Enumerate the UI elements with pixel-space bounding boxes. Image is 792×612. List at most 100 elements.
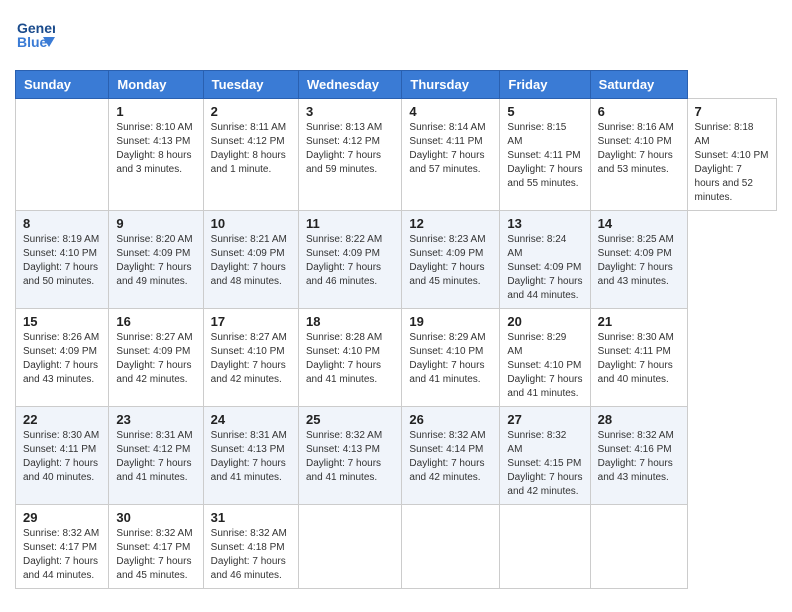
daylight-label: Daylight: 7 hours and 41 minutes.	[409, 360, 484, 385]
calendar-cell: 11 Sunrise: 8:22 AM Sunset: 4:09 PM Dayl…	[299, 211, 402, 309]
day-number: 4	[409, 104, 492, 119]
calendar-header-row: SundayMondayTuesdayWednesdayThursdayFrid…	[16, 71, 777, 99]
sunset-label: Sunset: 4:10 PM	[695, 150, 769, 161]
day-info: Sunrise: 8:14 AM Sunset: 4:11 PM Dayligh…	[409, 121, 492, 177]
day-info: Sunrise: 8:24 AM Sunset: 4:09 PM Dayligh…	[507, 233, 582, 303]
column-header-tuesday: Tuesday	[203, 71, 298, 99]
day-number: 2	[211, 104, 291, 119]
column-header-thursday: Thursday	[402, 71, 500, 99]
calendar-cell: 10 Sunrise: 8:21 AM Sunset: 4:09 PM Dayl…	[203, 211, 298, 309]
day-info: Sunrise: 8:20 AM Sunset: 4:09 PM Dayligh…	[116, 233, 195, 289]
day-info: Sunrise: 8:27 AM Sunset: 4:10 PM Dayligh…	[211, 331, 291, 387]
sunrise-label: Sunrise: 8:28 AM	[306, 332, 382, 343]
day-number: 15	[23, 314, 101, 329]
day-info: Sunrise: 8:26 AM Sunset: 4:09 PM Dayligh…	[23, 331, 101, 387]
sunrise-label: Sunrise: 8:27 AM	[116, 332, 192, 343]
day-info: Sunrise: 8:11 AM Sunset: 4:12 PM Dayligh…	[211, 121, 291, 177]
column-header-friday: Friday	[500, 71, 590, 99]
daylight-label: Daylight: 7 hours and 42 minutes.	[409, 458, 484, 483]
day-number: 27	[507, 412, 582, 427]
sunset-label: Sunset: 4:12 PM	[211, 136, 285, 147]
calendar-cell: 24 Sunrise: 8:31 AM Sunset: 4:13 PM Dayl…	[203, 407, 298, 505]
calendar-cell: 6 Sunrise: 8:16 AM Sunset: 4:10 PM Dayli…	[590, 99, 687, 211]
calendar-cell: 18 Sunrise: 8:28 AM Sunset: 4:10 PM Dayl…	[299, 309, 402, 407]
calendar-cell: 27 Sunrise: 8:32 AM Sunset: 4:15 PM Dayl…	[500, 407, 590, 505]
sunset-label: Sunset: 4:10 PM	[306, 346, 380, 357]
daylight-label: Daylight: 7 hours and 45 minutes.	[116, 556, 191, 581]
day-number: 24	[211, 412, 291, 427]
daylight-label: Daylight: 7 hours and 41 minutes.	[211, 458, 286, 483]
column-header-sunday: Sunday	[16, 71, 109, 99]
day-info: Sunrise: 8:27 AM Sunset: 4:09 PM Dayligh…	[116, 331, 195, 387]
sunrise-label: Sunrise: 8:18 AM	[695, 122, 754, 147]
calendar-cell: 22 Sunrise: 8:30 AM Sunset: 4:11 PM Dayl…	[16, 407, 109, 505]
sunset-label: Sunset: 4:10 PM	[23, 248, 97, 259]
day-number: 11	[306, 216, 394, 231]
sunset-label: Sunset: 4:18 PM	[211, 542, 285, 553]
day-info: Sunrise: 8:32 AM Sunset: 4:14 PM Dayligh…	[409, 429, 492, 485]
day-number: 26	[409, 412, 492, 427]
sunrise-label: Sunrise: 8:32 AM	[23, 528, 99, 539]
daylight-label: Daylight: 7 hours and 43 minutes.	[598, 458, 673, 483]
column-header-wednesday: Wednesday	[299, 71, 402, 99]
calendar-cell: 19 Sunrise: 8:29 AM Sunset: 4:10 PM Dayl…	[402, 309, 500, 407]
sunset-label: Sunset: 4:10 PM	[409, 346, 483, 357]
calendar-body: 1 Sunrise: 8:10 AM Sunset: 4:13 PM Dayli…	[16, 99, 777, 589]
daylight-label: Daylight: 7 hours and 46 minutes.	[306, 262, 381, 287]
day-number: 28	[598, 412, 680, 427]
day-number: 6	[598, 104, 680, 119]
calendar-cell: 29 Sunrise: 8:32 AM Sunset: 4:17 PM Dayl…	[16, 505, 109, 589]
day-number: 5	[507, 104, 582, 119]
day-info: Sunrise: 8:10 AM Sunset: 4:13 PM Dayligh…	[116, 121, 195, 177]
daylight-label: Daylight: 7 hours and 52 minutes.	[695, 164, 753, 203]
sunset-label: Sunset: 4:09 PM	[23, 346, 97, 357]
sunset-label: Sunset: 4:10 PM	[507, 360, 581, 371]
day-number: 12	[409, 216, 492, 231]
day-number: 19	[409, 314, 492, 329]
daylight-label: Daylight: 7 hours and 59 minutes.	[306, 150, 381, 175]
sunrise-label: Sunrise: 8:27 AM	[211, 332, 287, 343]
calendar-week-4: 22 Sunrise: 8:30 AM Sunset: 4:11 PM Dayl…	[16, 407, 777, 505]
calendar-cell: 20 Sunrise: 8:29 AM Sunset: 4:10 PM Dayl…	[500, 309, 590, 407]
column-header-saturday: Saturday	[590, 71, 687, 99]
sunrise-label: Sunrise: 8:14 AM	[409, 122, 485, 133]
daylight-label: Daylight: 7 hours and 41 minutes.	[507, 374, 582, 399]
sunset-label: Sunset: 4:11 PM	[409, 136, 482, 147]
calendar-cell: 2 Sunrise: 8:11 AM Sunset: 4:12 PM Dayli…	[203, 99, 298, 211]
calendar-cell: 26 Sunrise: 8:32 AM Sunset: 4:14 PM Dayl…	[402, 407, 500, 505]
calendar-cell: 25 Sunrise: 8:32 AM Sunset: 4:13 PM Dayl…	[299, 407, 402, 505]
sunset-label: Sunset: 4:16 PM	[598, 444, 672, 455]
sunset-label: Sunset: 4:09 PM	[211, 248, 285, 259]
sunset-label: Sunset: 4:12 PM	[116, 444, 190, 455]
calendar-cell: 31 Sunrise: 8:32 AM Sunset: 4:18 PM Dayl…	[203, 505, 298, 589]
day-info: Sunrise: 8:30 AM Sunset: 4:11 PM Dayligh…	[23, 429, 101, 485]
daylight-label: Daylight: 7 hours and 45 minutes.	[409, 262, 484, 287]
day-info: Sunrise: 8:31 AM Sunset: 4:12 PM Dayligh…	[116, 429, 195, 485]
sunrise-label: Sunrise: 8:31 AM	[211, 430, 287, 441]
sunrise-label: Sunrise: 8:32 AM	[598, 430, 674, 441]
day-info: Sunrise: 8:28 AM Sunset: 4:10 PM Dayligh…	[306, 331, 394, 387]
day-number: 30	[116, 510, 195, 525]
day-info: Sunrise: 8:32 AM Sunset: 4:17 PM Dayligh…	[116, 527, 195, 583]
day-info: Sunrise: 8:32 AM Sunset: 4:17 PM Dayligh…	[23, 527, 101, 583]
day-number: 29	[23, 510, 101, 525]
sunset-label: Sunset: 4:09 PM	[598, 248, 672, 259]
day-info: Sunrise: 8:32 AM Sunset: 4:15 PM Dayligh…	[507, 429, 582, 499]
day-number: 21	[598, 314, 680, 329]
calendar-table: SundayMondayTuesdayWednesdayThursdayFrid…	[15, 70, 777, 589]
day-number: 31	[211, 510, 291, 525]
calendar-week-1: 1 Sunrise: 8:10 AM Sunset: 4:13 PM Dayli…	[16, 99, 777, 211]
sunset-label: Sunset: 4:09 PM	[116, 346, 190, 357]
day-number: 25	[306, 412, 394, 427]
sunrise-label: Sunrise: 8:15 AM	[507, 122, 566, 147]
calendar-week-5: 29 Sunrise: 8:32 AM Sunset: 4:17 PM Dayl…	[16, 505, 777, 589]
sunset-label: Sunset: 4:14 PM	[409, 444, 483, 455]
day-number: 22	[23, 412, 101, 427]
calendar-cell	[299, 505, 402, 589]
daylight-label: Daylight: 7 hours and 41 minutes.	[116, 458, 191, 483]
daylight-label: Daylight: 7 hours and 49 minutes.	[116, 262, 191, 287]
daylight-label: Daylight: 7 hours and 41 minutes.	[306, 360, 381, 385]
day-number: 14	[598, 216, 680, 231]
daylight-label: Daylight: 7 hours and 46 minutes.	[211, 556, 286, 581]
day-info: Sunrise: 8:32 AM Sunset: 4:13 PM Dayligh…	[306, 429, 394, 485]
